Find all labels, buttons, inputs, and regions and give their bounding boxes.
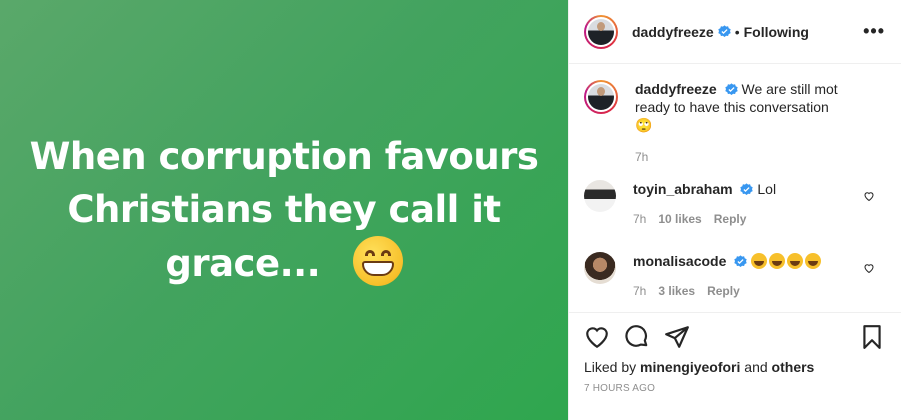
list-item: toyin_abraham Lol 7h 10 likes Reply xyxy=(584,180,885,228)
comment-time[interactable]: 7h xyxy=(633,210,646,228)
post-header: daddyfreeze • Following ••• xyxy=(569,0,901,64)
liked-by-mid: and xyxy=(740,359,772,375)
laughing-face-icon xyxy=(787,253,804,269)
header-username[interactable]: daddyfreeze xyxy=(632,24,714,40)
like-comment-icon[interactable] xyxy=(863,190,875,202)
post-image-text: When corruption favours Christians they … xyxy=(24,130,544,290)
comment-username[interactable]: monalisacode xyxy=(633,253,726,269)
comment-likes[interactable]: 3 likes xyxy=(658,282,695,300)
comment-likes[interactable]: 10 likes xyxy=(658,210,701,228)
liked-by: Liked by minengiyeofori and others xyxy=(584,359,885,375)
grinning-face-icon xyxy=(352,236,403,286)
laughing-emoji-icons xyxy=(751,253,823,269)
comment-icon[interactable] xyxy=(624,324,650,350)
following-button[interactable]: Following xyxy=(744,24,809,40)
laughing-face-icon xyxy=(751,253,768,269)
post-side-panel: daddyfreeze • Following ••• daddyfreeze … xyxy=(568,0,901,420)
avatar[interactable] xyxy=(584,180,616,212)
separator-dot: • xyxy=(734,23,740,40)
liked-by-prefix: Liked by xyxy=(584,359,641,375)
verified-badge-icon xyxy=(718,25,731,38)
verified-badge-icon xyxy=(740,183,754,196)
caption-time[interactable]: 7h xyxy=(635,148,648,166)
comments-section: daddyfreeze We are still mot ready to ha… xyxy=(569,64,901,312)
caption-username[interactable]: daddyfreeze xyxy=(635,81,717,97)
post-timestamp[interactable]: 7 HOURS AGO xyxy=(584,383,885,394)
reply-button[interactable]: Reply xyxy=(707,282,740,300)
liked-by-others[interactable]: others xyxy=(772,359,815,375)
verified-badge-icon xyxy=(734,255,747,268)
share-icon[interactable] xyxy=(664,324,690,350)
post-actions: Liked by minengiyeofori and others 7 HOU… xyxy=(569,312,901,420)
avatar[interactable] xyxy=(584,252,616,284)
more-options-icon[interactable]: ••• xyxy=(863,21,885,42)
bookmark-icon[interactable] xyxy=(859,324,885,350)
caption-comment: daddyfreeze We are still mot ready to ha… xyxy=(584,80,885,166)
comment-text: Lol xyxy=(757,181,777,197)
avatar[interactable] xyxy=(584,14,618,49)
list-item: monalisacode 7h 3 likes Reply xyxy=(584,252,885,300)
post-image: When corruption favours Christians they … xyxy=(0,0,568,420)
avatar[interactable] xyxy=(584,80,618,114)
reply-button[interactable]: Reply xyxy=(714,210,747,228)
heart-icon[interactable] xyxy=(584,324,610,350)
laughing-face-icon xyxy=(805,253,822,269)
liked-by-user[interactable]: minengiyeofori xyxy=(640,359,740,375)
laughing-face-icon xyxy=(769,253,786,269)
like-comment-icon[interactable] xyxy=(863,262,875,274)
comment-username[interactable]: toyin_abraham xyxy=(633,181,733,197)
post-text-line3: grace... xyxy=(165,242,321,285)
post-text-line2: Christians they call it xyxy=(67,188,501,231)
comment-time[interactable]: 7h xyxy=(633,282,646,300)
verified-badge-icon xyxy=(724,83,738,96)
post-text-line1: When corruption favours xyxy=(29,135,539,178)
